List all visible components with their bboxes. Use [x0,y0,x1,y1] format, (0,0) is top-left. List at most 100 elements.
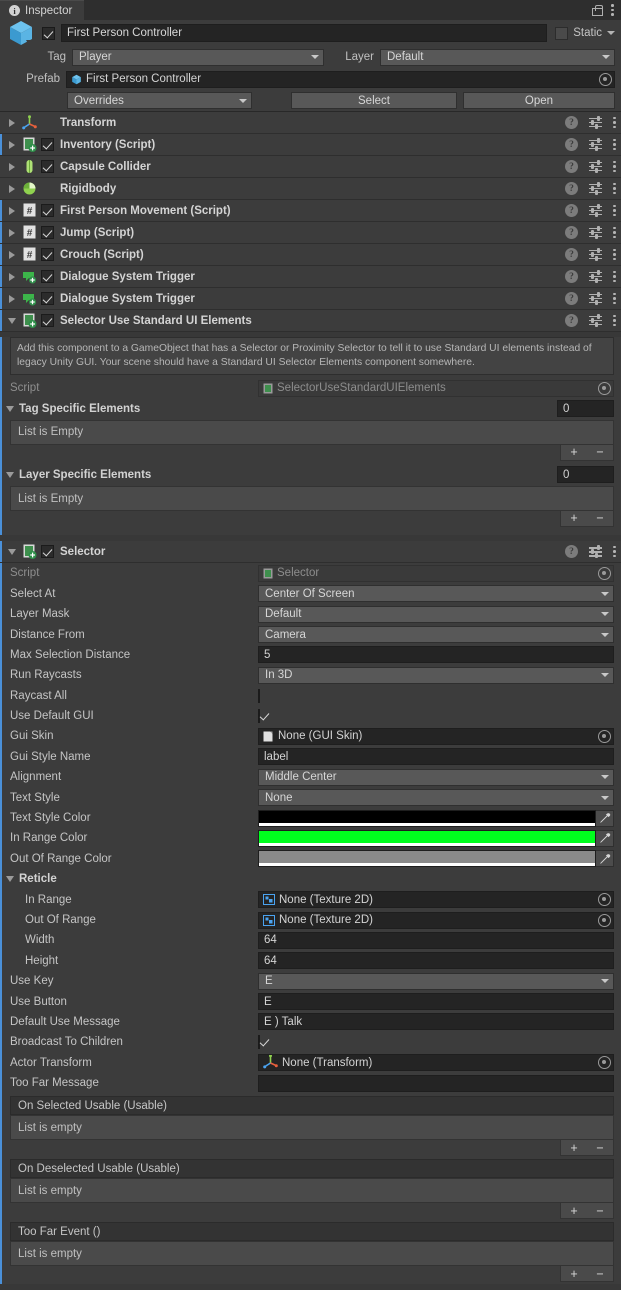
overrides-dropdown[interactable]: Overrides [67,92,252,109]
component-enabled-checkbox[interactable] [41,204,54,217]
preset-icon[interactable] [589,292,602,305]
kebab-menu-icon[interactable] [613,314,616,327]
select-button[interactable]: Select [291,92,457,109]
eyedropper-icon[interactable] [596,809,614,827]
kebab-menu-icon[interactable] [613,182,616,195]
object-field-gui-skin[interactable]: None (GUI Skin) [258,727,614,745]
prefab-cube-icon[interactable] [0,19,42,47]
kebab-menu-icon[interactable] [613,116,616,129]
help-icon[interactable]: ? [565,248,578,261]
preset-icon[interactable] [589,182,602,195]
object-picker-icon[interactable] [599,72,612,86]
tag-dropdown[interactable]: Player [72,48,324,66]
open-button[interactable]: Open [463,92,615,109]
component-foldout-toggle[interactable] [4,294,20,303]
color-field-text-style-color[interactable] [258,809,614,827]
component-foldout-toggle[interactable] [4,317,20,324]
kebab-menu-icon[interactable] [613,248,616,261]
tag-specific-size-input[interactable]: 0 [557,400,614,418]
component-enabled-checkbox[interactable] [41,226,54,239]
preset-icon[interactable] [589,248,602,261]
kebab-menu-icon[interactable] [613,270,616,283]
dropdown-text-style[interactable]: None [258,789,614,807]
preset-icon[interactable] [589,204,602,217]
input-height[interactable]: 64 [258,952,614,970]
object-field-out-of-range[interactable]: None (Texture 2D) [258,911,614,929]
kebab-menu-icon[interactable] [613,160,616,173]
eyedropper-icon[interactable] [596,850,614,868]
object-picker-icon[interactable] [598,913,611,927]
layer-specific-remove-button[interactable]: − [596,512,603,525]
checkbox-raycast-all[interactable] [258,688,260,703]
input-use-button[interactable]: E [258,993,614,1011]
component-header-crouch-script[interactable]: # Crouch (Script)? [0,244,621,266]
dropdown-select-at[interactable]: Center Of Screen [258,585,614,603]
object-field-in-range[interactable]: None (Texture 2D) [258,891,614,909]
preset-icon[interactable] [589,314,602,327]
event-remove-button[interactable]: − [596,1268,603,1281]
static-checkbox[interactable] [555,26,569,40]
component-foldout-toggle[interactable] [4,272,20,281]
event-add-button[interactable]: + [570,1268,577,1281]
tab-inspector[interactable]: i Inspector [0,0,85,20]
component-header-capsule-collider[interactable]: Capsule Collider? [0,156,621,178]
eyedropper-icon[interactable] [596,829,614,847]
component-foldout-toggle[interactable] [4,118,20,127]
input-max-selection-distance[interactable]: 5 [258,646,614,664]
kebab-menu-icon[interactable] [613,292,616,305]
checkbox-broadcast-to-children[interactable] [258,1035,260,1050]
input-width[interactable]: 64 [258,931,614,949]
object-picker-icon[interactable] [598,729,611,743]
color-field-in-range-color[interactable] [258,829,614,847]
input-too-far-message[interactable] [258,1074,614,1092]
static-dropdown-arrow-icon[interactable] [607,31,615,35]
component-foldout-toggle[interactable] [4,228,20,237]
event-remove-button[interactable]: − [596,1142,603,1155]
component-enabled-checkbox[interactable] [41,292,54,305]
component-enabled-checkbox[interactable] [41,160,54,173]
component-header-jump-script[interactable]: # Jump (Script)? [0,222,621,244]
color-swatch[interactable] [258,809,596,827]
help-icon[interactable]: ? [565,292,578,305]
component-header-selector-use-standard-ui-elements[interactable]: Selector Use Standard UI Elements? [0,310,621,332]
help-icon[interactable]: ? [565,138,578,151]
dropdown-distance-from[interactable]: Camera [258,626,614,644]
dropdown-alignment[interactable]: Middle Center [258,768,614,786]
lock-icon[interactable] [591,4,603,16]
layer-specific-size-input[interactable]: 0 [557,466,614,484]
component-enabled-checkbox[interactable] [41,270,54,283]
component-enabled-checkbox[interactable] [41,138,54,151]
component-header-inventory-script[interactable]: Inventory (Script)? [0,134,621,156]
selector-foldout-toggle[interactable] [4,548,20,555]
kebab-menu-icon[interactable] [613,138,616,151]
help-icon[interactable]: ? [565,182,578,195]
component-foldout-toggle[interactable] [4,184,20,193]
color-field-out-of-range-color[interactable] [258,850,614,868]
help-icon[interactable]: ? [565,160,578,173]
component-foldout-toggle[interactable] [4,162,20,171]
component-header-selector[interactable]: Selector ? [0,541,621,564]
help-icon[interactable]: ? [565,204,578,217]
input-default-use-message[interactable]: E ) Talk [258,1013,614,1031]
selector-script-object-field[interactable]: Selector [258,564,614,582]
script-object-field[interactable]: SelectorUseStandardUIElements [258,379,614,397]
preset-icon[interactable] [589,545,602,559]
checkbox-use-default-gui[interactable] [258,709,260,724]
component-header-first-person-movement-script[interactable]: # First Person Movement (Script)? [0,200,621,222]
preset-icon[interactable] [589,138,602,151]
preset-icon[interactable] [589,270,602,283]
component-foldout-toggle[interactable] [4,250,20,259]
kebab-menu-icon[interactable] [613,226,616,239]
object-field-actor-transform[interactable]: None (Transform) [258,1054,614,1072]
kebab-menu-icon[interactable] [613,204,616,217]
object-picker-icon[interactable] [598,381,611,395]
help-icon[interactable]: ? [565,314,578,327]
layer-specific-add-button[interactable]: + [570,512,577,525]
help-icon[interactable]: ? [565,116,578,129]
color-swatch[interactable] [258,829,596,847]
dropdown-layer-mask[interactable]: Default [258,605,614,623]
reticle-foldout[interactable]: Reticle [0,869,621,889]
gameobject-name-input[interactable]: First Person Controller [61,24,548,42]
layer-specific-elements-foldout[interactable]: Layer Specific Elements 0 [0,465,621,485]
help-icon[interactable]: ? [565,545,578,559]
